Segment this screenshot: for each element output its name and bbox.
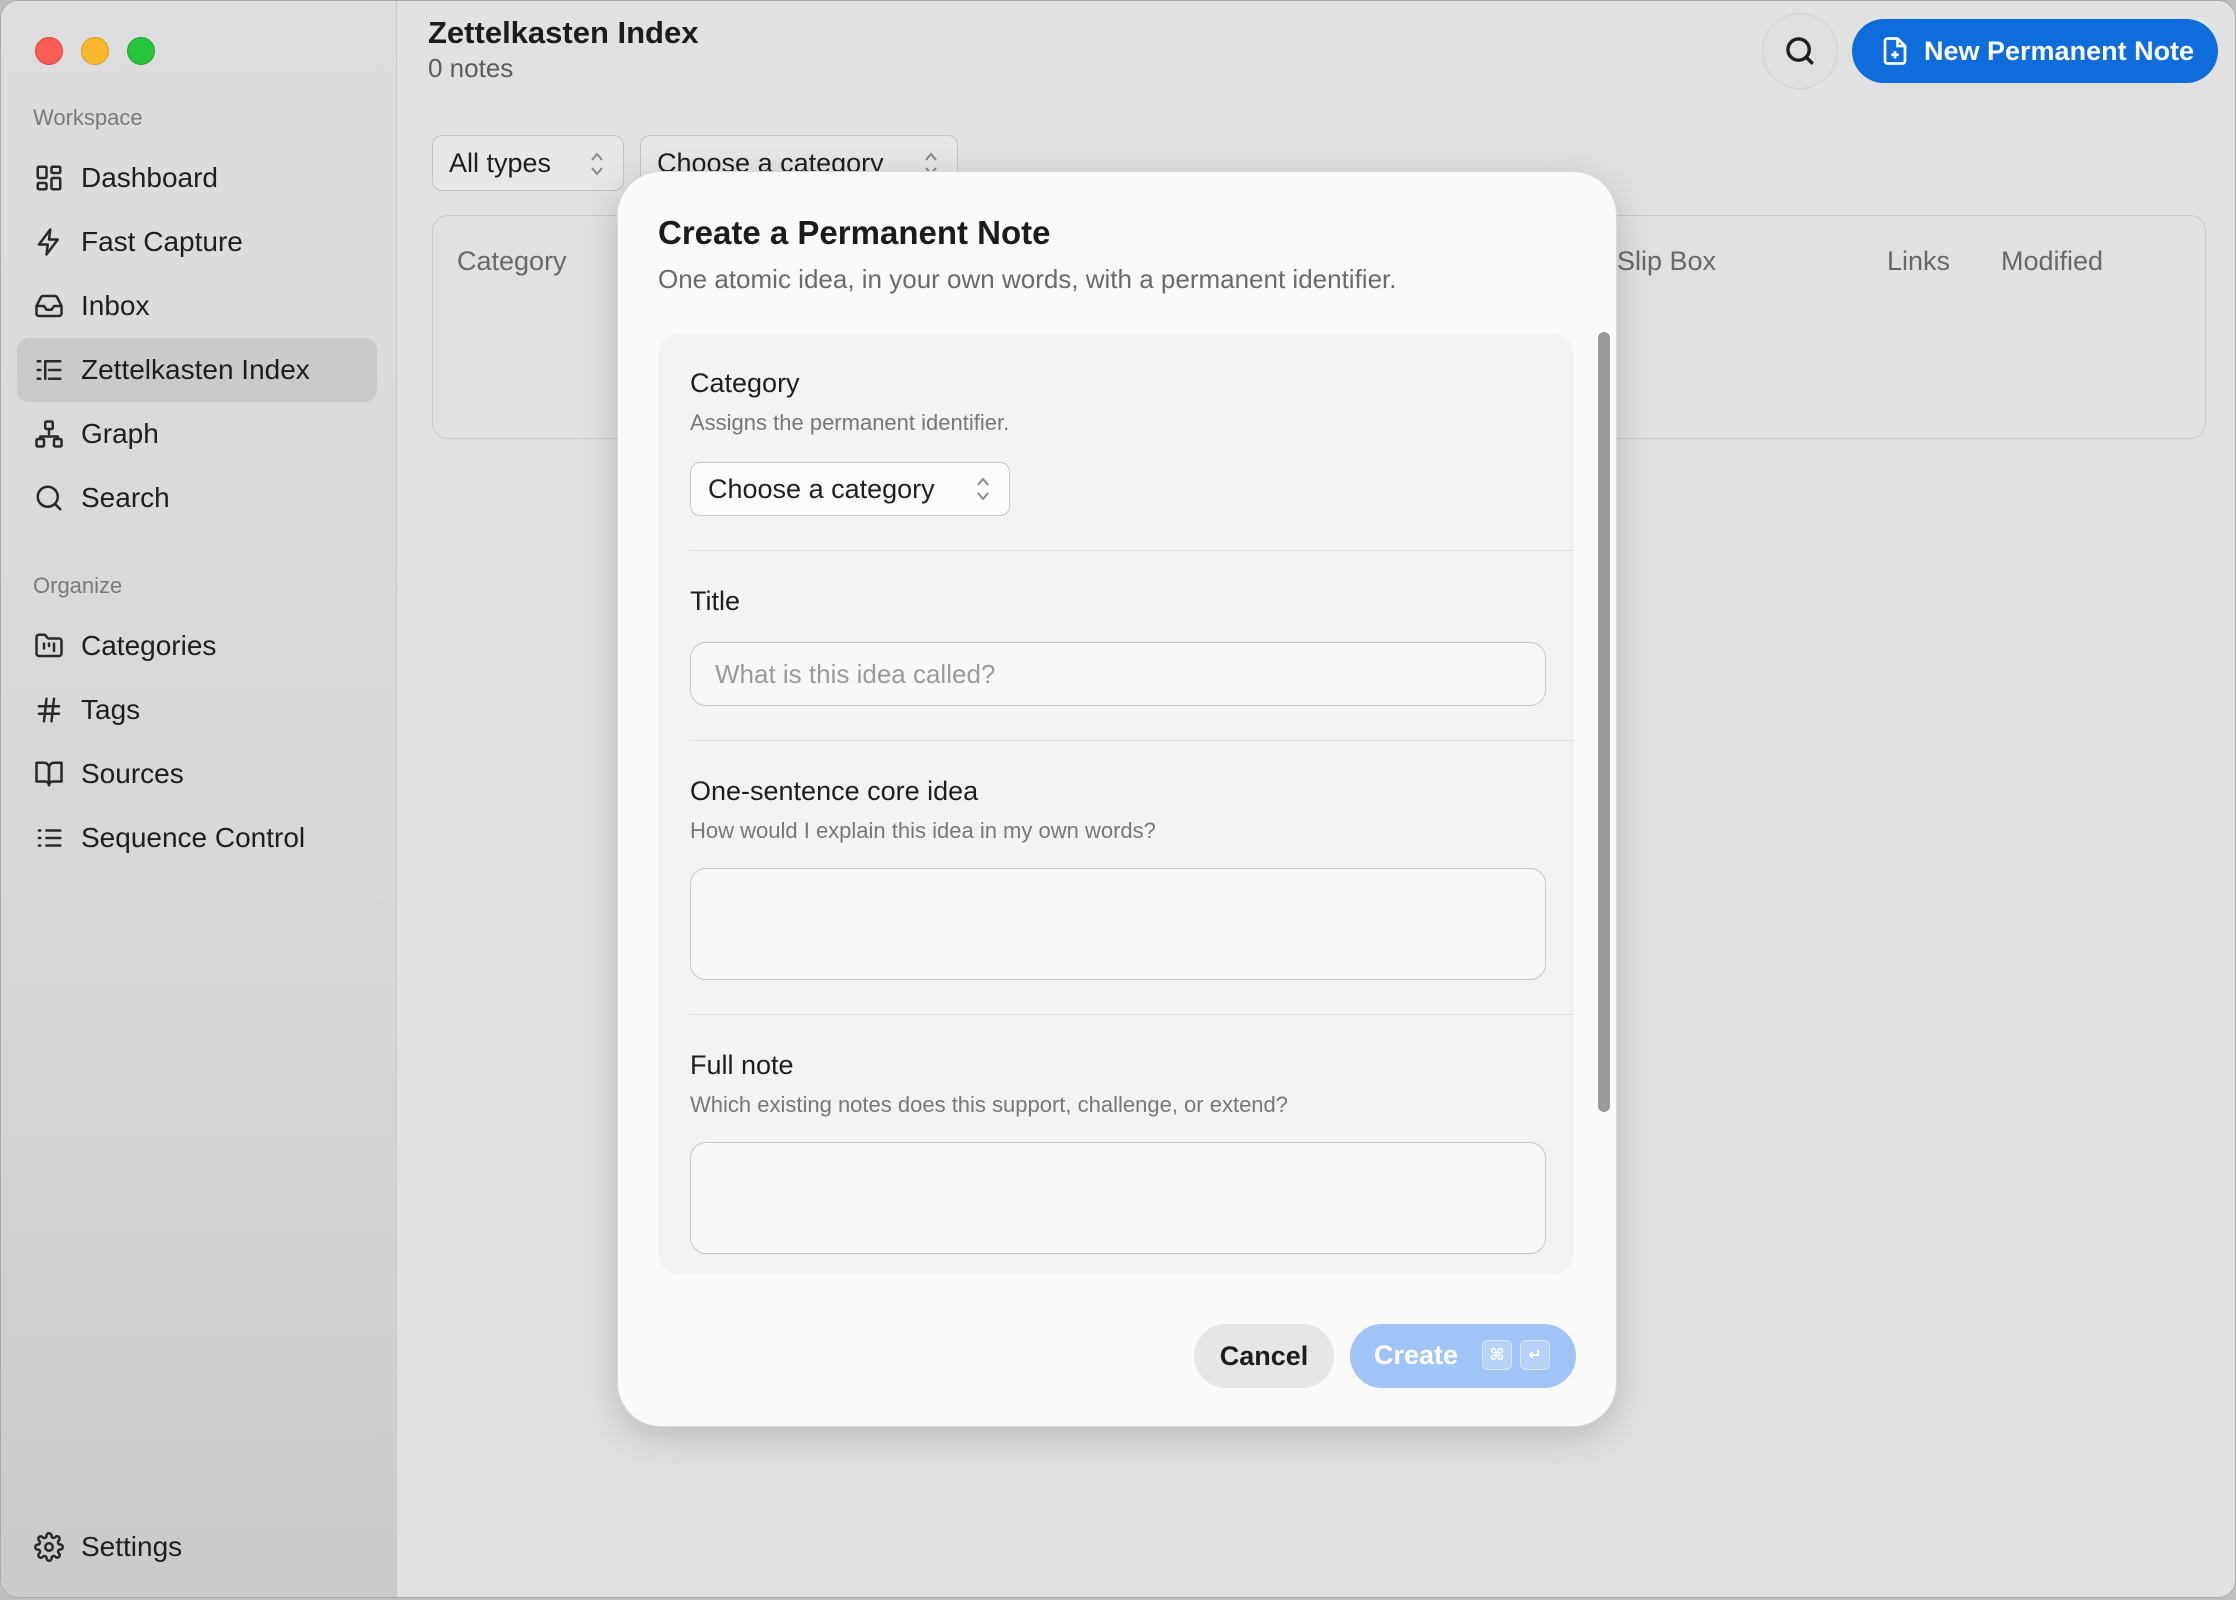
core-idea-help: How would I explain this idea in my own … bbox=[690, 818, 1156, 843]
create-button[interactable]: Create ⌘ ↵ bbox=[1350, 1324, 1576, 1388]
divider bbox=[690, 550, 1574, 551]
form-scrollbar[interactable] bbox=[1598, 332, 1610, 1112]
core-idea-label: One-sentence core idea bbox=[690, 776, 979, 806]
app-window: Workspace Dashboard Fast Capture Inbox Z… bbox=[0, 0, 2236, 1598]
core-idea-textarea[interactable] bbox=[690, 868, 1546, 980]
category-select[interactable]: Choose a category bbox=[690, 462, 1010, 516]
divider bbox=[690, 1014, 1574, 1015]
category-help: Assigns the permanent identifier. bbox=[690, 410, 1010, 435]
command-key-icon: ⌘ bbox=[1482, 1340, 1512, 1370]
note-form: Category Assigns the permanent identifie… bbox=[658, 334, 1574, 1274]
dialog-title: Create a Permanent Note bbox=[658, 214, 1051, 251]
cancel-button[interactable]: Cancel bbox=[1194, 1324, 1334, 1388]
dialog-subtitle: One atomic idea, in your own words, with… bbox=[658, 264, 1397, 294]
full-note-help: Which existing notes does this support, … bbox=[690, 1092, 1289, 1117]
create-button-label: Create bbox=[1374, 1340, 1459, 1370]
full-note-textarea[interactable] bbox=[690, 1142, 1546, 1254]
title-input[interactable] bbox=[690, 642, 1546, 706]
divider bbox=[690, 740, 1574, 741]
title-label: Title bbox=[690, 586, 741, 616]
create-note-dialog: Create a Permanent Note One atomic idea,… bbox=[617, 171, 1617, 1427]
chevron-up-down-icon bbox=[975, 475, 991, 503]
full-note-label: Full note bbox=[690, 1050, 794, 1080]
category-label: Category bbox=[690, 368, 800, 398]
category-select-value: Choose a category bbox=[708, 473, 935, 504]
return-key-icon: ↵ bbox=[1520, 1340, 1550, 1370]
